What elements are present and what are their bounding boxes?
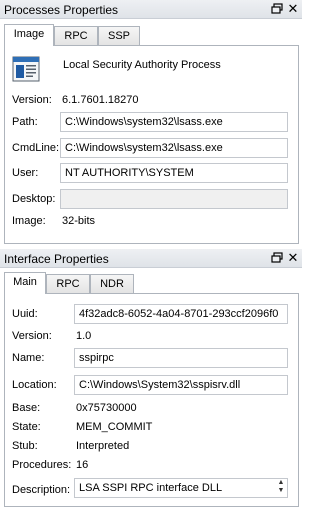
close-icon[interactable]: ✕ — [286, 250, 300, 266]
tab-rpc[interactable]: RPC — [54, 26, 98, 46]
description-label: Description: — [12, 484, 71, 496]
stub-value: Interpreted — [76, 440, 130, 452]
cmdline-field[interactable]: C:\Windows\system32\lsass.exe — [60, 138, 288, 158]
interface-properties-titlebar[interactable]: Interface Properties ✕ — [0, 249, 302, 268]
tab-main[interactable]: Main — [4, 272, 46, 294]
version-label: Version: — [12, 94, 52, 106]
name-field[interactable]: sspirpc — [74, 348, 288, 368]
panel-title: Interface Properties — [4, 252, 109, 266]
desktop-field — [60, 189, 288, 209]
processes-properties-titlebar[interactable]: Processes Properties ✕ — [0, 0, 302, 19]
stub-label: Stub: — [12, 440, 38, 452]
state-label: State: — [12, 421, 41, 433]
location-label: Location: — [12, 379, 57, 391]
tab-image[interactable]: Image — [4, 24, 54, 46]
path-label: Path: — [12, 116, 38, 128]
description-field[interactable]: LSA SSPI RPC interface DLL — [74, 478, 288, 498]
uuid-field[interactable]: 4f32adc8-6052-4a04-8701-293ccf2096f0 — [74, 304, 288, 324]
cmdline-label: CmdLine: — [12, 142, 60, 154]
main-tab-content — [4, 293, 299, 507]
version-value: 1.0 — [76, 330, 92, 342]
image-value: 32-bits — [62, 215, 96, 227]
tab-ndr[interactable]: NDR — [90, 274, 134, 294]
tab-ssp[interactable]: SSP — [98, 26, 140, 46]
pin-window-icon[interactable] — [270, 2, 284, 16]
tab-rpc[interactable]: RPC — [46, 274, 90, 294]
procedures-value: 16 — [76, 459, 89, 471]
procedures-label: Procedures: — [12, 459, 72, 471]
location-field[interactable]: C:\Windows\System32\sspisrv.dll — [74, 375, 288, 395]
desktop-label: Desktop: — [12, 193, 56, 205]
version-value: 6.1.7601.18270 — [62, 94, 139, 106]
base-value: 0x75730000 — [76, 402, 137, 414]
pin-window-icon[interactable] — [270, 251, 284, 265]
panel-title: Processes Properties — [4, 3, 119, 17]
path-field[interactable]: C:\Windows\system32\lsass.exe — [60, 112, 288, 132]
name-label: Name: — [12, 352, 45, 364]
user-label: User: — [12, 167, 39, 179]
uuid-label: Uuid: — [12, 308, 38, 320]
version-label: Version: — [12, 330, 52, 342]
user-field[interactable]: NT AUTHORITY\SYSTEM — [60, 163, 288, 183]
interface-properties-panel: Interface Properties ✕ Main RPC NDR Uuid… — [0, 248, 302, 510]
base-label: Base: — [12, 402, 41, 414]
close-icon[interactable]: ✕ — [286, 1, 300, 17]
state-value: MEM_COMMIT — [76, 421, 153, 433]
image-label: Image: — [12, 215, 46, 227]
processes-properties-panel: Processes Properties ✕ Image RPC SSP Loc… — [0, 0, 302, 248]
process-window-icon — [12, 56, 40, 82]
description-spin-icon[interactable]: ▲ ▼ — [275, 479, 287, 497]
process-description: Local Security Authority Process — [63, 59, 221, 71]
